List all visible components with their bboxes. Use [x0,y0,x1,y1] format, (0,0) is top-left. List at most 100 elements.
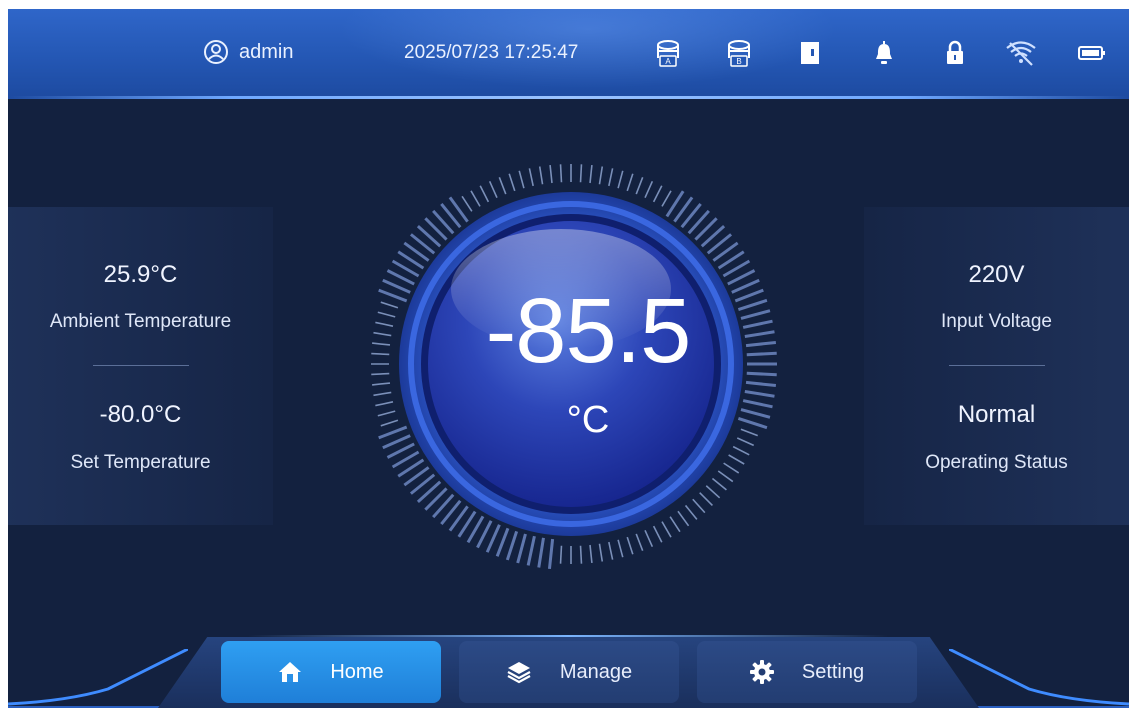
gauge-tick [746,351,777,357]
gauge-tick [740,428,759,437]
gauge-tick [378,425,408,440]
right-corner-accent [949,649,1129,708]
gauge-tick [495,527,510,557]
ambient-temperature-value: 25.9°C [103,261,178,288]
right-panel-divider [948,365,1045,366]
gauge-tick [737,298,768,312]
gauge-tick [652,185,663,203]
gauge-tick [677,510,690,527]
gauge-tick [526,535,536,566]
gauge-tick [711,477,727,491]
input-voltage-value: 220V [968,261,1025,288]
gauge-tick [373,331,392,337]
gauge-tick [717,470,734,483]
gauge-tick [559,545,563,564]
gauge-tick [371,372,390,376]
home-icon [279,662,302,682]
compressor-a-icon: A [652,37,684,69]
tab-home-label: Home [330,660,384,683]
gauge-tick [579,545,583,564]
gauge-tick [598,543,604,562]
gauge-tick [732,445,750,456]
header-divider [8,96,1129,99]
gauge-tick [380,301,399,309]
gauge-tick [746,371,777,377]
gauge-tick [699,492,713,506]
left-info-panel: 25.9°C Ambient Temperature -80.0°C Set T… [8,207,273,525]
gauge-tick [372,382,391,386]
gauge-tick [745,380,777,388]
gauge-tick [516,533,527,564]
gauge-tick [479,185,490,203]
compressor-b-icon: B [723,37,755,69]
tab-setting[interactable]: Setting [697,641,917,703]
bell-icon [868,37,900,69]
gauge-tick [382,278,411,294]
gauge-tick [589,165,593,184]
gauge-tick [742,319,773,329]
gauge-tick [740,408,771,419]
gauge-tick [373,391,392,397]
gauge-tick [736,437,755,447]
gauge-tick [728,454,745,465]
gauge-tick [742,399,773,409]
gauge-tick [579,164,583,183]
gauge-tick [644,180,654,199]
gauge-tick [745,340,777,348]
gauge-tick [617,539,624,558]
gauge-tick [652,525,663,543]
gauge-tick [598,166,604,185]
compressor-a-letter: A [665,57,671,66]
tab-manage[interactable]: Manage [459,641,679,703]
gauge-tick [744,390,775,398]
nav-glow-line [248,635,888,637]
gauge-tick [705,485,721,499]
tab-home[interactable]: Home [221,641,441,703]
set-temperature-label: Set Temperature [70,452,211,473]
input-voltage-label: Input Voltage [941,311,1052,332]
gauge-tick [382,434,411,450]
gauge-tick [470,190,481,207]
gauge-tick [684,504,698,520]
wifi-icon [1005,37,1037,69]
gauge-tick [528,168,534,187]
gauge-tick [608,541,614,560]
gauge-tick [461,195,473,212]
gauge-tick [380,419,399,427]
lock-icon [939,37,971,69]
gauge-tick [669,516,681,533]
gauge-tick [537,537,545,568]
gear-icon [749,660,774,684]
operating-status-label: Operating Status [925,452,1068,473]
set-temperature-value[interactable]: -80.0°C [8,401,273,429]
gauge-tick [485,524,501,553]
gauge-tick [723,462,740,474]
door-icon [794,37,826,69]
gauge-tick [661,190,672,207]
ambient-temperature-label: Ambient Temperature [49,311,232,332]
current-temperature: -85.5 [485,280,692,382]
gauge-tick [740,309,771,320]
gauge-tick [372,342,391,346]
datetime: 2025/07/23 17:25:47 [404,42,579,63]
gauge-tick [661,521,672,538]
gauge-tick [538,166,544,185]
gauge-tick [378,288,408,303]
gauge-tick [626,536,634,555]
status-bar: admin 2025/07/23 17:25:47 A B [8,9,1129,99]
gauge-tick [549,165,553,184]
right-info-panel: 220V Input Voltage Normal Operating Stat… [864,207,1129,525]
layers-icon [507,662,531,684]
user-icon [204,40,228,64]
user-indicator[interactable]: admin [203,39,293,65]
tab-setting-label: Setting [801,660,865,683]
tab-manage-label: Manage [559,660,633,683]
gauge-tick [608,168,614,187]
gauge-tick [488,180,498,199]
user-name: admin [239,40,294,63]
gauge-tick [547,538,555,570]
gauge-tick [737,416,768,430]
gauge-tick [371,352,390,356]
gauge-tick [635,176,644,195]
screen: admin 2025/07/23 17:25:47 A B 25.9°C Amb… [8,9,1129,708]
